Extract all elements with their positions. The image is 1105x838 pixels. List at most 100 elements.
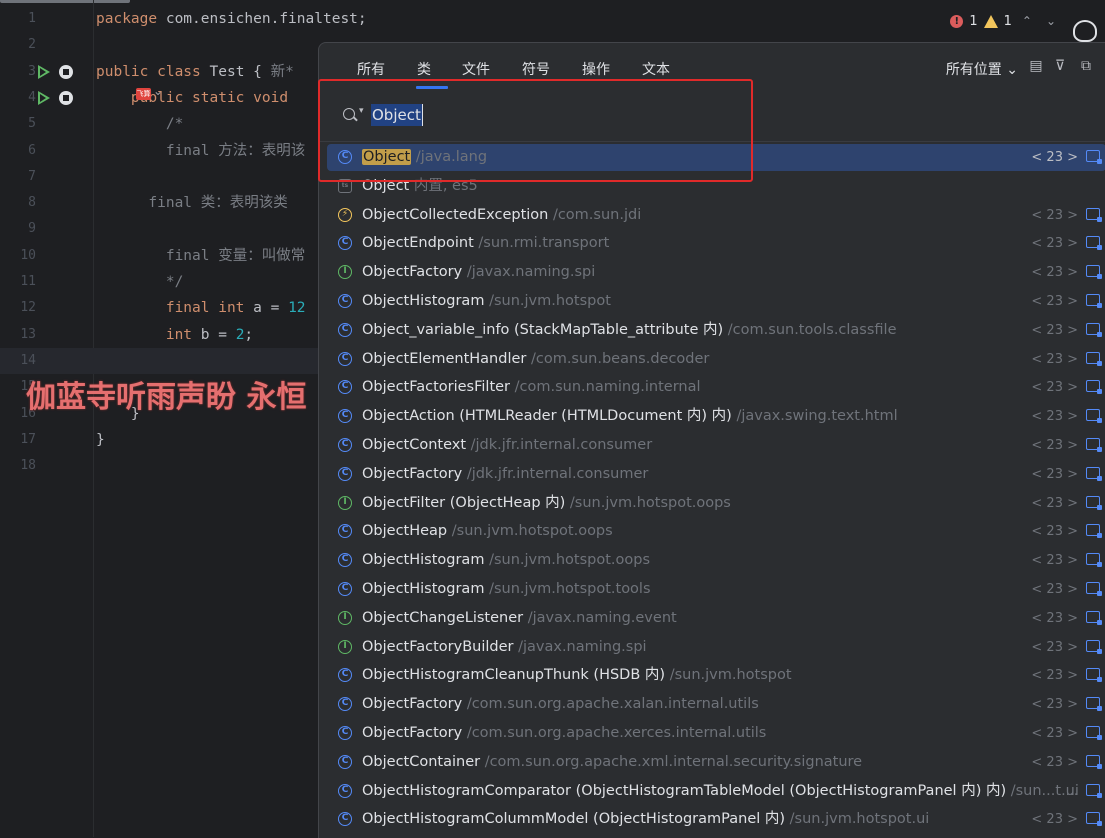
line-number[interactable]: 3	[0, 59, 36, 85]
library-icon	[1086, 783, 1102, 798]
preview-icon[interactable]: ▤	[1028, 58, 1044, 74]
code-token: com.ensichen.finaltest;	[165, 11, 367, 27]
line-number[interactable]: 8	[0, 190, 36, 216]
result-label: ObjectFactory	[362, 465, 463, 482]
line-number[interactable]: 17	[0, 427, 36, 453]
library-icon	[1086, 726, 1102, 740]
result-name: ObjectHistogram /sun.jvm.hotspot	[362, 288, 611, 315]
result-row[interactable]: C ObjectHistogram /sun.jvm.hotspot < 23 >	[327, 288, 1105, 315]
library-icon	[1086, 351, 1102, 366]
class-icon: C	[338, 466, 352, 481]
result-row[interactable]: C ObjectFactory /jdk.jfr.internal.consume…	[327, 461, 1105, 488]
filter-icon[interactable]: ⊽	[1052, 58, 1068, 74]
result-row[interactable]: I ObjectFactoryBuilder /javax.naming.spi <…	[327, 634, 1105, 661]
tab-actions[interactable]: 操作	[582, 59, 610, 79]
result-row[interactable]: C ObjectFactory /com.sun.org.apache.xerce…	[327, 720, 1105, 747]
result-row[interactable]: C Object_variable_info (StackMapTable_att…	[327, 317, 1105, 344]
result-path: /sun.jvm.hotspot.tools	[489, 581, 651, 597]
jdk-version-label: < 23 >	[1031, 668, 1078, 684]
feishu-badge-icon[interactable]: 飞算	[136, 88, 151, 100]
class-icon: C	[338, 351, 352, 366]
jdk-version-label: ...	[1065, 783, 1078, 799]
previous-highlight-button[interactable]: ⌃	[1018, 14, 1036, 28]
code-token: Test {	[209, 63, 271, 80]
tab-all[interactable]: 所有	[357, 59, 385, 79]
line-number[interactable]: 5	[0, 111, 36, 137]
code-token: 类：表明该类	[200, 195, 288, 212]
result-row[interactable]: ⚡ ObjectCollectedException /com.sun.jdi < …	[327, 202, 1105, 229]
result-row[interactable]: I ObjectFilter (ObjectHeap 内) /sun.jvm.ho…	[327, 490, 1105, 517]
result-label: ObjectFactory	[362, 725, 463, 741]
result-row[interactable]: C ObjectHistogramColummModel (ObjectHisto…	[327, 806, 1105, 833]
line-number[interactable]: 11	[0, 269, 36, 295]
code-text: final int a = 12	[96, 295, 306, 321]
result-path: /sun.rmi.transport	[478, 235, 610, 252]
result-name: ObjectFactory /com.sun.org.apache.xerces…	[362, 720, 766, 747]
next-highlight-button[interactable]: ⌄	[1042, 14, 1060, 28]
run-icon[interactable]	[38, 64, 50, 79]
chevron-down-icon[interactable]: ⌄	[153, 84, 163, 98]
code-token: }	[96, 431, 105, 448]
line-number[interactable]: 7	[0, 164, 36, 190]
code-token: 12	[288, 300, 306, 317]
result-row[interactable]: C ObjectAction (HTMLReader (HTMLDocument …	[327, 403, 1105, 430]
error-count: 1	[969, 13, 978, 29]
line-number[interactable]: 4	[0, 85, 36, 111]
result-path: /com.sun.org.apache.xalan.internal.utils	[466, 696, 759, 713]
jdk-version-label: < 23 >	[1031, 265, 1078, 281]
line-number[interactable]: 13	[0, 322, 36, 348]
result-row[interactable]: I ObjectFactory /javax.naming.spi < 23 >	[327, 259, 1105, 286]
result-label: ObjectEndpoint	[362, 235, 474, 252]
line-number[interactable]: 10	[0, 243, 36, 269]
scope-dropdown[interactable]: 所有位置 ⌄	[946, 59, 1018, 79]
result-name: ObjectElementHandler /com.sun.beans.deco…	[362, 346, 709, 373]
result-row[interactable]: C ObjectHistogramComparator (ObjectHistog…	[327, 778, 1105, 805]
result-path: /com.sun.org.apache.xerces.internal.util…	[466, 725, 767, 741]
inspection-status[interactable]: ! 1 1 ⌃ ⌄	[950, 10, 1060, 32]
jdk-version-label: < 23 >	[1031, 150, 1078, 165]
line-number[interactable]: 18	[0, 453, 36, 479]
tab-files[interactable]: 文件	[462, 59, 490, 79]
interface-icon: I	[338, 495, 352, 510]
class-icon: C	[338, 726, 352, 740]
line-number[interactable]: 1	[0, 6, 36, 32]
result-row[interactable]: I ObjectChangeListener /javax.naming.even…	[327, 605, 1105, 632]
line-number[interactable]: 6	[0, 138, 36, 164]
tab-symbols[interactable]: 符号	[522, 59, 550, 79]
result-row[interactable]: C ObjectContainer /com.sun.org.apache.xml…	[327, 749, 1105, 776]
open-in-window-icon[interactable]: ⧉	[1078, 58, 1094, 74]
result-row[interactable]: C ObjectFactory /com.sun.org.apache.xalan…	[327, 691, 1105, 718]
tab-text[interactable]: 文本	[642, 59, 670, 79]
result-row[interactable]: C ObjectElementHandler /com.sun.beans.dec…	[327, 346, 1105, 373]
result-row[interactable]: C ObjectHistogram /sun.jvm.hotspot.oops < …	[327, 547, 1105, 574]
code-text: public static void	[96, 85, 297, 111]
class-icon: C	[338, 812, 352, 827]
code-text: public class Test { 新*	[96, 59, 294, 85]
coverage-icon[interactable]	[59, 64, 73, 79]
run-icon[interactable]	[38, 90, 50, 105]
result-row[interactable]: C ObjectHeap /sun.jvm.hotspot.oops < 23 >	[327, 518, 1105, 545]
code-token: final int	[96, 300, 254, 317]
line-number[interactable]: 2	[0, 32, 36, 58]
line-number[interactable]: 9	[0, 216, 36, 242]
result-path: /sun.jvm.hotspot.oops	[489, 552, 651, 569]
annotation-highlight-box	[318, 79, 753, 182]
jdk-version-label: < 23 >	[1031, 697, 1078, 713]
class-icon: C	[338, 697, 352, 712]
code-token: a =	[253, 300, 289, 317]
result-label: ObjectHistogram	[362, 581, 485, 597]
result-row[interactable]: C ObjectHistogramCleanupThunk (HSDB 内) /s…	[327, 662, 1105, 689]
result-row[interactable]: C ObjectHistogram /sun.jvm.hotspot.tools <…	[327, 576, 1105, 603]
result-row[interactable]: C ObjectContext /jdk.jfr.internal.consume…	[327, 432, 1105, 459]
result-name: ObjectChangeListener /javax.naming.event	[362, 605, 677, 632]
coverage-icon[interactable]	[59, 90, 73, 105]
code-line[interactable]: 1 package com.ensichen.finaltest;	[0, 6, 1105, 32]
result-path: /javax.naming.event	[527, 609, 677, 626]
result-row[interactable]: C ObjectEndpoint /sun.rmi.transport < 23 >	[327, 230, 1105, 257]
ai-assistant-icon[interactable]	[1073, 20, 1097, 42]
line-number[interactable]: 12	[0, 295, 36, 321]
result-row[interactable]: C ObjectFactoriesFilter /com.sun.naming.i…	[327, 374, 1105, 401]
line-number[interactable]: 14	[0, 348, 36, 374]
result-path: /sun.jvm.hotspot.oops	[451, 523, 613, 540]
tab-classes[interactable]: 类	[417, 59, 431, 79]
